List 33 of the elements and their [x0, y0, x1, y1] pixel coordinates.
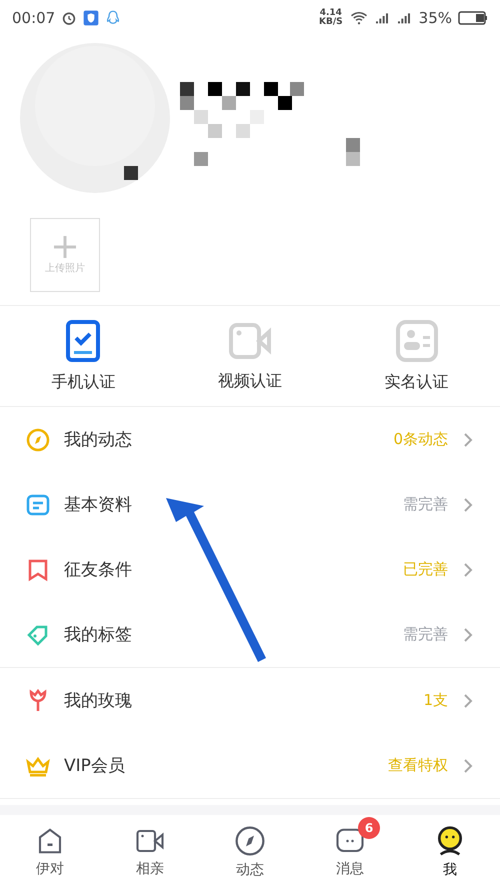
menu-row[interactable]: 我的标签 需完善	[0, 602, 500, 667]
plus-icon	[53, 235, 77, 259]
status-time: 00:07	[12, 9, 56, 27]
nav-tab[interactable]: 消息 6	[300, 815, 400, 889]
nav-tab[interactable]: 相亲	[100, 815, 200, 889]
chevron-right-icon	[462, 692, 474, 708]
chevron-right-icon	[462, 432, 474, 448]
nav-tab[interactable]: 伊对	[0, 815, 100, 889]
nav-tab[interactable]: 动态	[200, 815, 300, 889]
wifi-icon	[348, 9, 369, 27]
menu-row[interactable]: 我的动态 0条动态	[0, 407, 500, 472]
menu-row[interactable]: 征友条件 已完善	[0, 537, 500, 602]
menu-row[interactable]: VIP会员 查看特权	[0, 733, 500, 798]
compass-icon	[26, 428, 50, 452]
document-icon	[26, 492, 50, 516]
chevron-right-icon	[462, 496, 474, 512]
battery-percent: 35%	[418, 9, 452, 27]
network-speed: 4.14 KB/S	[319, 9, 343, 27]
nav-tab[interactable]: 我	[400, 815, 500, 889]
verification-item[interactable]: 视频认证	[166, 306, 334, 406]
battery-icon	[458, 10, 488, 26]
chevron-right-icon	[462, 758, 474, 774]
chevron-right-icon	[462, 562, 474, 578]
penguin-icon	[105, 9, 122, 27]
menu-row[interactable]: 我的玫瑰 1支	[0, 668, 500, 733]
shield-icon	[83, 10, 100, 26]
chevron-right-icon	[462, 626, 474, 642]
alarm-clock-icon	[61, 10, 78, 26]
verification-item[interactable]: 手机认证	[0, 306, 167, 406]
verification-item[interactable]: 实名认证	[333, 306, 500, 406]
bookmark-icon	[26, 558, 50, 582]
menu-row[interactable]: 基本资料 需完善	[0, 472, 500, 537]
unread-count: 6	[358, 817, 380, 839]
